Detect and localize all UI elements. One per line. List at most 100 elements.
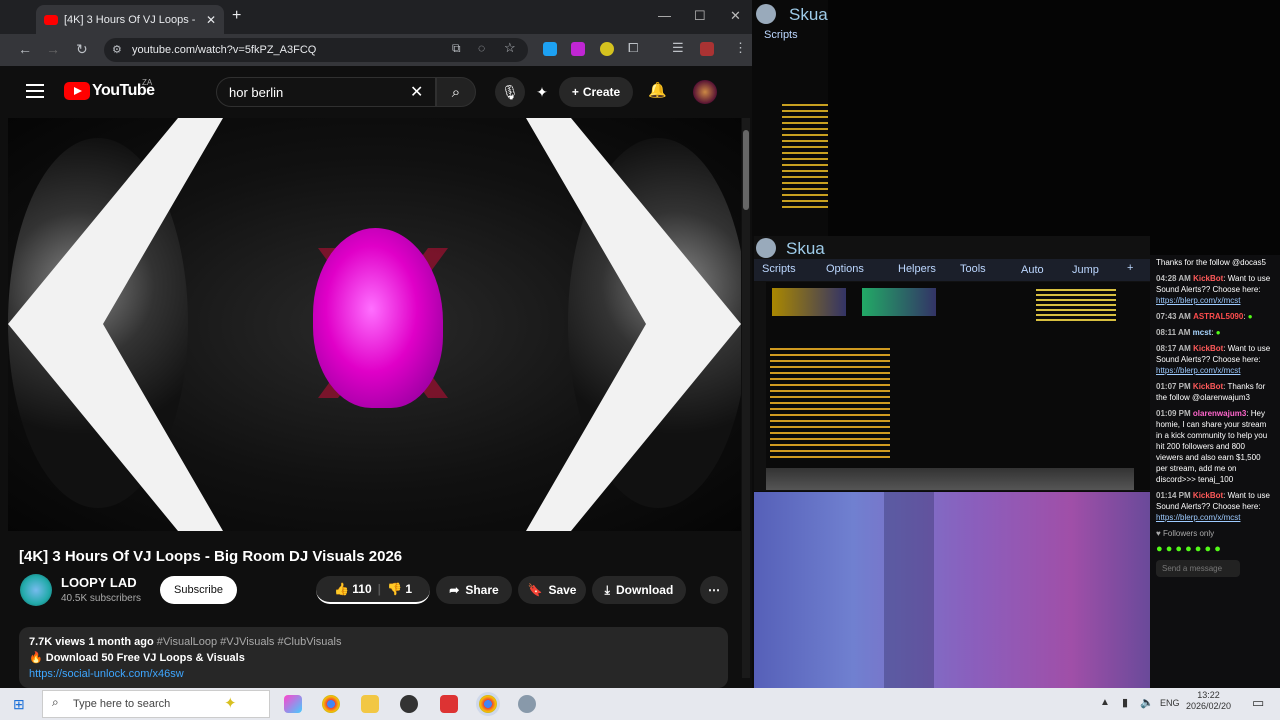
extension-icon[interactable] <box>543 42 557 56</box>
search-input[interactable]: hor berlin <box>216 77 436 107</box>
more-menu-icon[interactable]: ⋮ <box>734 40 747 56</box>
obs-icon[interactable] <box>400 695 418 713</box>
skua-menu-helpers[interactable]: Helpers <box>898 263 936 275</box>
skua-menu-scripts[interactable]: Scripts <box>762 263 796 275</box>
new-tab-button[interactable]: + <box>232 7 241 25</box>
skua-menu-jump[interactable]: Jump <box>1072 264 1099 276</box>
black-window <box>828 0 1280 255</box>
dislike-button[interactable]: 👎 1 <box>387 582 412 596</box>
video-player[interactable] <box>8 118 741 531</box>
chat-message: Thanks for the follow @docas5 <box>1156 257 1274 268</box>
chat-input[interactable]: Send a message <box>1156 560 1240 577</box>
hamburger-menu-icon[interactable] <box>26 84 44 98</box>
chat-time: 01:07 PM <box>1156 382 1191 391</box>
emote-bar[interactable]: ● ● ● ● ● ● ● <box>1156 544 1274 555</box>
channel-name[interactable]: LOOPY LAD <box>61 575 137 590</box>
close-window-button[interactable]: ✕ <box>730 8 741 24</box>
tray-chevron-icon[interactable]: ▲ <box>1100 697 1110 708</box>
address-bar[interactable]: youtube.com/watch?v=5fkPZ_A3FCQ <box>104 38 528 62</box>
windows-start-icon[interactable]: ⊞ <box>13 696 25 713</box>
skua-menu-options[interactable]: Options <box>826 263 864 275</box>
save-button[interactable]: 🔖 Save <box>518 576 586 604</box>
share-button[interactable]: ➦ Share <box>436 576 512 604</box>
extension-icon[interactable] <box>600 42 614 56</box>
chat-message: 08:11 AM mcst: ● <box>1156 328 1221 337</box>
chat-user[interactable]: olarenwajum3 <box>1193 409 1246 418</box>
chat-user[interactable]: ASTRAL5090 <box>1193 312 1243 321</box>
skua-menu-add[interactable]: + <box>1127 262 1133 274</box>
volume-icon[interactable]: 🔈 <box>1140 696 1154 709</box>
chat-link[interactable]: https://blerp.com/x/mcst <box>1156 513 1240 522</box>
subscriber-count: 40.5K subscribers <box>61 593 142 604</box>
minimize-button[interactable]: — <box>658 8 671 23</box>
download-label: Download <box>615 583 674 597</box>
taskbar-clock[interactable]: 13:22 2026/02/20 <box>1186 690 1231 712</box>
description-link[interactable]: https://social-unlock.com/x46sw <box>29 668 184 680</box>
chat-user[interactable]: KickBot <box>1193 382 1223 391</box>
file-explorer-icon[interactable] <box>361 695 379 713</box>
create-button[interactable]: + Create <box>559 77 633 107</box>
microphone-icon: 🎙 <box>501 83 519 100</box>
youtube-logo-icon[interactable] <box>64 82 90 100</box>
hashtags[interactable]: #VisualLoop #VJVisuals #ClubVisuals <box>157 636 342 648</box>
reading-list-icon[interactable]: ☰ <box>672 40 684 56</box>
chat-link[interactable]: https://blerp.com/x/mcst <box>1156 296 1240 305</box>
chat-message: 01:07 PM KickBot: Thanks for the follow … <box>1156 382 1266 402</box>
chat-user[interactable]: KickBot <box>1193 491 1223 500</box>
chat-user[interactable]: mcst <box>1193 328 1212 337</box>
scrollbar-thumb[interactable] <box>743 130 749 210</box>
chat-user[interactable]: KickBot <box>1193 344 1223 353</box>
copilot-icon[interactable] <box>284 695 302 713</box>
chat-link[interactable]: https://blerp.com/x/mcst <box>1156 366 1240 375</box>
dislike-count: 1 <box>405 582 412 596</box>
bookmark-star-icon[interactable]: ☆ <box>504 40 516 56</box>
like-dislike-group: 👍 110 | 👎 1 <box>316 576 430 604</box>
window-frame-shape <box>884 492 934 688</box>
language-indicator[interactable]: ENG <box>1160 698 1180 708</box>
back-arrow-icon[interactable]: ← <box>18 41 32 57</box>
search-button[interactable]: ⌕ <box>436 77 476 107</box>
video-description[interactable]: 7.7K views 1 month ago #VisualLoop #VJVi… <box>19 627 728 688</box>
chrome-icon[interactable] <box>322 695 340 713</box>
app-icon[interactable] <box>440 695 458 713</box>
search-icon: ⌕ <box>451 83 461 101</box>
search-highlight-icon[interactable]: ✦ <box>224 694 237 712</box>
voice-search-button[interactable]: 🎙 <box>495 77 525 107</box>
skua-title: Skua <box>786 239 825 258</box>
notifications-bell-icon[interactable]: 🔔 <box>648 81 667 99</box>
chat-message: 01:14 PM KickBot: Want to use Sound Aler… <box>1156 491 1270 522</box>
profile-icon[interactable] <box>700 42 714 56</box>
like-button[interactable]: 👍 110 <box>334 582 372 596</box>
extensions-puzzle-icon[interactable]: ⧠ <box>628 40 638 56</box>
forward-arrow-icon[interactable]: → <box>46 41 60 57</box>
gamepad-button[interactable]: ✦ <box>527 77 557 107</box>
maximize-button[interactable]: ☐ <box>694 8 706 24</box>
skua-menu-tools[interactable]: Tools <box>960 263 986 275</box>
subscribe-button[interactable]: Subscribe <box>160 576 237 604</box>
channel-avatar[interactable] <box>20 574 52 606</box>
chat-user[interactable]: KickBot <box>1193 274 1223 283</box>
notification-center-icon[interactable]: ▭ <box>1252 695 1264 711</box>
game-viewport[interactable] <box>766 282 1150 490</box>
skua-menu-scripts[interactable]: Scripts <box>764 29 798 41</box>
reload-icon[interactable]: ↻ <box>76 41 88 58</box>
chrome-active-icon[interactable] <box>479 695 497 713</box>
extension-icon[interactable] <box>571 42 585 56</box>
clear-search-icon[interactable]: ✕ <box>410 82 423 102</box>
browser-window: [4K] 3 Hours Of VJ Loops - ✕ + — ☐ ✕ ← →… <box>0 0 752 688</box>
eye-off-icon[interactable]: ◌ <box>478 41 485 55</box>
download-icon: ⤓ <box>604 582 610 597</box>
close-tab-icon[interactable]: ✕ <box>206 13 216 27</box>
share-label: Share <box>465 583 499 597</box>
skua-menu-auto[interactable]: Auto <box>1021 264 1044 276</box>
webcam-feed <box>754 492 1150 688</box>
network-icon[interactable]: ▮ <box>1122 696 1128 709</box>
site-info-icon[interactable]: ⚙ <box>112 43 122 56</box>
skua-app-icon[interactable] <box>518 695 536 713</box>
user-avatar[interactable] <box>693 80 717 104</box>
skua-window-top: Skua Scripts <box>752 0 828 236</box>
browser-tab[interactable]: [4K] 3 Hours Of VJ Loops - ✕ <box>36 5 224 34</box>
more-actions-button[interactable]: ⋯ <box>700 576 728 604</box>
download-button[interactable]: ⤓ Download <box>592 576 686 604</box>
install-icon[interactable]: ⧉ <box>452 41 461 56</box>
